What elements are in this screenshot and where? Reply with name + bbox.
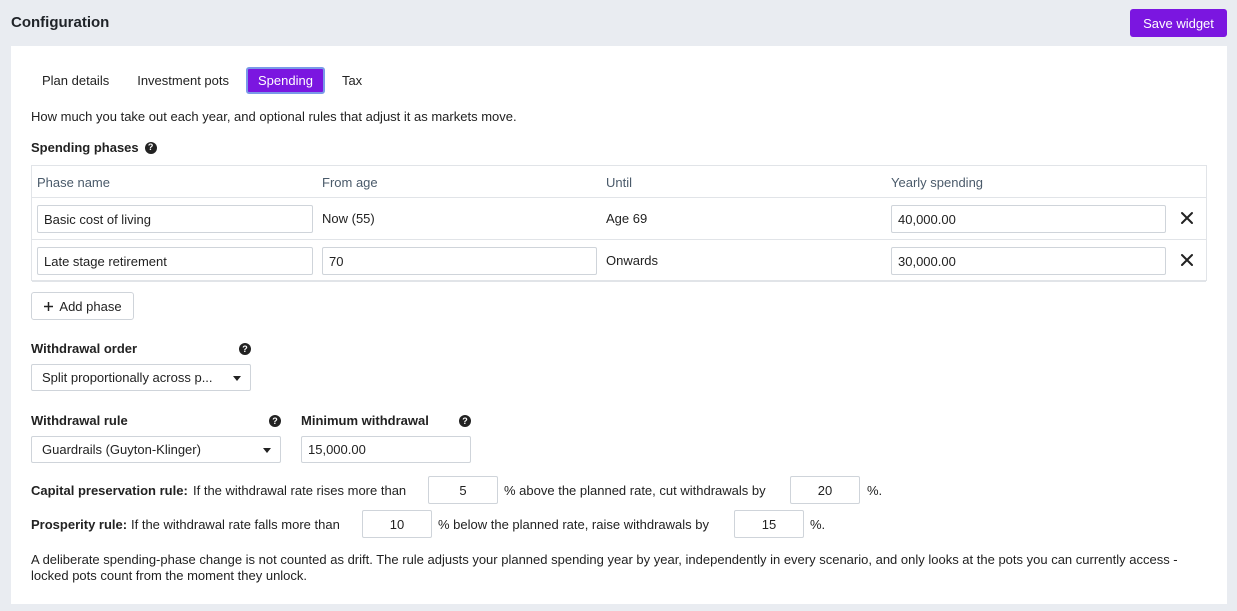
- minimum-withdrawal-label: Minimum withdrawal: [301, 413, 429, 428]
- prosperity-rule-title: Prosperity rule:: [31, 517, 127, 532]
- spending-phases-table: Phase name From age Until Yearly spendin…: [31, 165, 1207, 282]
- column-header: Until: [606, 175, 633, 190]
- yearly-spending-input[interactable]: 40,000.00: [891, 205, 1166, 233]
- capital-rule-text1: If the withdrawal rate rises more than: [193, 483, 407, 498]
- intro-text: How much you take out each year, and opt…: [31, 109, 517, 124]
- prosperity-rule-text3: %.: [810, 517, 826, 532]
- table-row: Late stage retirement 70 Onwards 30,000.…: [32, 240, 1206, 282]
- tab-investment-pots[interactable]: Investment pots: [126, 67, 240, 94]
- capital-rule-title: Capital preservation rule:: [31, 483, 188, 498]
- from-age-text: Now (55): [322, 211, 375, 226]
- chevron-down-icon: [263, 448, 271, 453]
- column-header: Phase name: [37, 175, 110, 190]
- drift-note: A deliberate spending-phase change is no…: [31, 552, 1178, 583]
- top-bar: Configuration Save widget: [0, 0, 1237, 46]
- until-text: Onwards: [606, 253, 659, 268]
- minimum-withdrawal-input[interactable]: 15,000.00: [301, 436, 471, 463]
- plus-icon: [44, 301, 54, 311]
- save-widget-button[interactable]: Save widget: [1130, 9, 1227, 37]
- phase-name-input[interactable]: Basic cost of living: [37, 205, 313, 233]
- prosperity-rule-text2: % below the planned rate, raise withdraw…: [438, 517, 709, 532]
- tab-spending[interactable]: Spending: [246, 67, 325, 94]
- withdrawal-rule-select[interactable]: Guardrails (Guyton-Klinger): [31, 436, 281, 463]
- tab-plan-details[interactable]: Plan details: [31, 67, 120, 94]
- table-header: Phase name From age Until Yearly spendin…: [32, 166, 1206, 198]
- column-header: From age: [322, 175, 378, 190]
- capital-rule-text2: % above the planned rate, cut withdrawal…: [504, 483, 766, 498]
- tab-bar: Plan details Investment pots Spending Ta…: [31, 67, 373, 94]
- capital-rule-cut-input[interactable]: 20: [790, 476, 860, 504]
- capital-rule-rise-input[interactable]: 5: [428, 476, 498, 504]
- from-age-input[interactable]: 70: [322, 247, 597, 275]
- add-phase-button[interactable]: Add phase: [31, 292, 134, 320]
- delete-row-icon[interactable]: [1179, 210, 1195, 226]
- table-row: Basic cost of living Now (55) Age 69 40,…: [32, 198, 1206, 240]
- help-icon[interactable]: ?: [144, 141, 157, 154]
- yearly-spending-input[interactable]: 30,000.00: [891, 247, 1166, 275]
- tab-tax[interactable]: Tax: [331, 67, 373, 94]
- prosperity-rule-fall-input[interactable]: 10: [362, 510, 432, 538]
- capital-preservation-rule-title: Capital preservation rule:: [31, 483, 188, 498]
- chevron-down-icon: [233, 376, 241, 381]
- withdrawal-order-value: Split proportionally across p...: [42, 370, 213, 385]
- phase-name-input[interactable]: Late stage retirement: [37, 247, 313, 275]
- delete-row-icon[interactable]: [1179, 252, 1195, 268]
- page-title: Configuration: [11, 14, 110, 31]
- withdrawal-rule-label: Withdrawal rule: [31, 413, 128, 428]
- prosperity-rule-raise-input[interactable]: 15: [734, 510, 804, 538]
- prosperity-rule-text1: If the withdrawal rate falls more than: [131, 517, 340, 532]
- config-panel: Plan details Investment pots Spending Ta…: [11, 46, 1227, 604]
- help-icon[interactable]: ?: [239, 343, 251, 355]
- help-icon[interactable]: ?: [269, 415, 281, 427]
- withdrawal-order-label: Withdrawal order: [31, 341, 138, 356]
- add-phase-label: Add phase: [59, 298, 122, 314]
- prosperity-rule-title-text: Prosperity rule:: [31, 517, 128, 532]
- column-header: Yearly spending: [891, 175, 984, 190]
- withdrawal-order-select[interactable]: Split proportionally across p...: [31, 364, 251, 391]
- until-text: Age 69: [606, 211, 648, 226]
- capital-rule-text3: %.: [867, 483, 883, 498]
- help-icon[interactable]: ?: [459, 415, 471, 427]
- withdrawal-rule-value: Guardrails (Guyton-Klinger): [42, 442, 201, 457]
- spending-phases-label: Spending phases: [31, 140, 139, 155]
- spending-phases-header: Spending phases ?: [31, 140, 157, 155]
